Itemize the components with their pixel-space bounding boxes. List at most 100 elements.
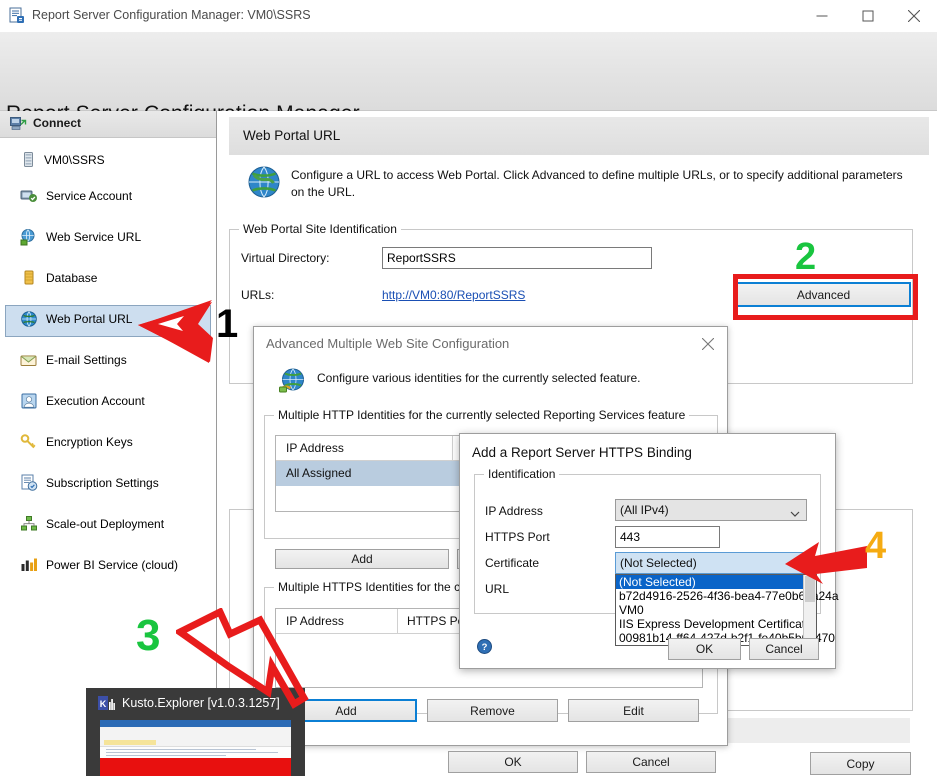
svg-text:K: K: [100, 699, 107, 709]
advanced-dialog-cancel-button[interactable]: Cancel: [586, 751, 716, 773]
certificate-label: Certificate: [485, 556, 540, 570]
sidebar-item-label: Service Account: [46, 189, 133, 203]
pane-description: Configure a URL to access Web Portal. Cl…: [291, 168, 903, 199]
column-divider: [452, 436, 453, 461]
web-portal-url-icon: [20, 310, 38, 328]
urls-label: URLs:: [241, 288, 275, 302]
close-icon[interactable]: [891, 0, 937, 32]
add-https-binding-dialog: Add a Report Server HTTPS Binding Identi…: [459, 433, 839, 669]
column-header-ip-address: IP Address: [286, 614, 344, 628]
annotation-highlight-advanced: [733, 274, 918, 320]
sidebar-item-label: Web Service URL: [46, 230, 142, 244]
dropdown-option[interactable]: VM0: [616, 603, 816, 617]
https-remove-button[interactable]: Remove: [427, 699, 558, 722]
svg-text:?: ?: [482, 642, 488, 653]
app-banner: Report Server Configuration Manager: [0, 32, 937, 125]
dialog-title: Advanced Multiple Web Site Configuration: [266, 336, 510, 351]
connect-label: Connect: [33, 116, 81, 130]
window-title: Report Server Configuration Manager: VM0…: [32, 8, 311, 22]
database-icon: [20, 269, 38, 287]
https-edit-button[interactable]: Edit: [568, 699, 699, 722]
sidebar-item-power-bi-service[interactable]: Power BI Service (cloud): [6, 551, 210, 581]
dialog-description: Configure various identities for the cur…: [317, 371, 641, 385]
sidebar-item-scale-out-deployment[interactable]: Scale-out Deployment: [6, 510, 210, 540]
pane-header: Web Portal URL: [229, 117, 929, 155]
advanced-dialog-ok-button[interactable]: OK: [448, 751, 578, 773]
power-bi-icon: [20, 556, 38, 574]
minimize-icon[interactable]: [799, 0, 845, 32]
window-titlebar: Report Server Configuration Manager: VM0…: [0, 0, 937, 33]
annotation-number-3: 3: [136, 611, 161, 660]
close-icon[interactable]: [693, 331, 723, 357]
column-header-ip-address: IP Address: [286, 441, 344, 455]
ip-address-label: IP Address: [485, 504, 543, 518]
https-dialog-ok-button[interactable]: OK: [668, 638, 741, 660]
sidebar-item-label: Web Portal URL: [46, 312, 133, 326]
sidebar-item-label: Power BI Service (cloud): [46, 558, 179, 572]
column-divider: [397, 609, 398, 634]
taskbar-preview-thumbnail[interactable]: [100, 720, 291, 776]
sidebar-item-label: Subscription Settings: [46, 476, 159, 490]
report-server-configuration-manager-window: Report Server Configuration Manager: VM0…: [0, 0, 937, 776]
certificate-combobox[interactable]: (Not Selected): [615, 552, 807, 574]
ip-address-combobox[interactable]: (All IPv4): [615, 499, 807, 521]
web-portal-url-link[interactable]: http://VM0:80/ReportSSRS: [382, 288, 525, 302]
scrollbar-thumb[interactable]: [805, 576, 815, 602]
sidebar-item-database[interactable]: Database: [6, 264, 210, 294]
annotation-number-4: 4: [865, 525, 887, 567]
http-add-button[interactable]: Add: [275, 549, 449, 569]
pane-title: Web Portal URL: [243, 128, 341, 143]
dropdown-option[interactable]: b72d4916-2526-4f36-bea4-77e0b68a24a: [616, 589, 839, 603]
server-icon: [22, 152, 36, 171]
connect-button[interactable]: Connect: [0, 111, 216, 138]
chevron-down-icon: [790, 506, 800, 523]
dropdown-scrollbar[interactable]: [803, 575, 816, 645]
sidebar-item-service-account[interactable]: Service Account: [6, 182, 210, 212]
annotation-number-2: 2: [795, 236, 817, 278]
group-title: Multiple HTTP Identities for the current…: [274, 408, 690, 422]
dropdown-option[interactable]: IIS Express Development Certificate: [616, 617, 816, 631]
email-icon: [20, 351, 38, 369]
sidebar-item-label: E-mail Settings: [46, 353, 127, 367]
service-account-icon: [20, 187, 38, 205]
sidebar-root-label: VM0\SSRS: [44, 153, 105, 167]
maximize-icon[interactable]: [845, 0, 891, 32]
group-title: Web Portal Site Identification: [239, 222, 401, 236]
taskbar-preview-title: Kusto.Explorer [v1.0.3.1257]: [122, 696, 280, 710]
navigation-sidebar: Connect VM0\SSRS Service Account Web Ser…: [0, 111, 217, 776]
kusto-explorer-icon: K: [98, 696, 115, 710]
sidebar-item-label: Execution Account: [46, 394, 145, 408]
https-dialog-cancel-button[interactable]: Cancel: [749, 638, 819, 660]
subscription-icon: [20, 474, 38, 492]
globe-icon: [245, 163, 283, 201]
connect-icon: [10, 115, 27, 135]
https-port-label: HTTPS Port: [485, 530, 550, 544]
sidebar-item-label: Scale-out Deployment: [46, 517, 165, 531]
dialog-title: Add a Report Server HTTPS Binding: [472, 445, 692, 460]
url-label: URL: [485, 582, 510, 596]
scale-out-icon: [20, 515, 38, 533]
group-title: Identification: [484, 467, 560, 481]
help-icon[interactable]: ?: [477, 639, 492, 654]
sidebar-item-execution-account[interactable]: Execution Account: [6, 387, 210, 417]
taskbar-preview-kusto-explorer[interactable]: K Kusto.Explorer [v1.0.3.1257]: [86, 688, 305, 776]
https-port-input[interactable]: 443: [615, 526, 720, 548]
sidebar-item-label: Database: [46, 271, 98, 285]
sidebar-item-encryption-keys[interactable]: Encryption Keys: [6, 428, 210, 458]
ip-address-value: (All IPv4): [620, 503, 669, 517]
certificate-value: (Not Selected): [620, 556, 697, 570]
cell-ip-address: All Assigned: [286, 466, 352, 480]
sidebar-item-web-service-url[interactable]: Web Service URL: [6, 223, 210, 253]
annotation-number-1: 1: [216, 302, 239, 346]
copy-button[interactable]: Copy: [810, 752, 911, 775]
virtual-directory-label: Virtual Directory:: [241, 251, 330, 265]
sidebar-item-subscription-settings[interactable]: Subscription Settings: [6, 469, 210, 499]
web-service-url-icon: [20, 228, 38, 246]
key-icon: [20, 433, 38, 451]
execution-account-icon: [20, 392, 38, 410]
sidebar-item-web-portal-url[interactable]: Web Portal URL: [5, 305, 211, 337]
certificate-dropdown-list[interactable]: (Not Selected) b72d4916-2526-4f36-bea4-7…: [615, 574, 839, 646]
virtual-directory-input[interactable]: ReportSSRS: [382, 247, 652, 269]
sidebar-item-email-settings[interactable]: E-mail Settings: [6, 346, 210, 376]
dropdown-option[interactable]: (Not Selected): [616, 575, 816, 589]
